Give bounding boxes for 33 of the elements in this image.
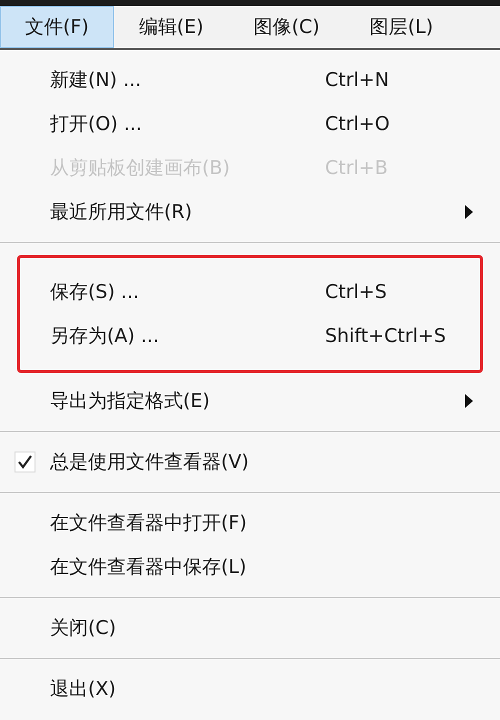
menu-item-label: 最近所用文件(R) <box>50 200 194 225</box>
menu-item[interactable]: 退出(X) <box>0 667 500 711</box>
menu-item[interactable]: 保存(S) ... Ctrl+S <box>20 270 480 314</box>
shortcut-label: Ctrl+N <box>325 68 389 93</box>
menu-item[interactable]: 总是使用文件查看器(V) <box>0 440 500 484</box>
menu-item-label: 新建(N) ... <box>50 68 142 93</box>
shortcut-label: Ctrl+S <box>325 280 387 305</box>
menu-item-label: 打开(O) ... <box>50 112 143 137</box>
menu-item[interactable]: 最近所用文件(R) <box>0 190 500 234</box>
menu-item-label: 导出为指定格式(E) <box>50 388 211 414</box>
menu-item-label: 在文件查看器中保存(L) <box>50 554 248 580</box>
menu-item[interactable]: 打开(O) ... Ctrl+O <box>0 102 500 146</box>
menu-item[interactable]: 新建(N) ... Ctrl+N <box>0 58 500 102</box>
submenu-arrow-icon <box>464 204 474 220</box>
menu-item[interactable]: 另存为(A) ... Shift+Ctrl+S <box>20 314 480 358</box>
menu-bar-item[interactable]: 图像(C) <box>228 6 345 48</box>
menu-bar-item[interactable]: 图层(L) <box>344 6 458 48</box>
menu-item-label: 另存为(A) ... <box>50 324 160 349</box>
shortcut-label: Shift+Ctrl+S <box>325 324 446 349</box>
shortcut-label: Ctrl+O <box>325 112 390 137</box>
menu-item-label: 保存(S) ... <box>50 280 140 305</box>
menu-item[interactable]: 导出为指定格式(E) <box>0 379 500 423</box>
menu-bar-item[interactable]: 文件(F) <box>0 6 114 48</box>
menu-item[interactable]: 在文件查看器中保存(L) <box>0 545 500 589</box>
menu-item-label: 关闭(C) <box>50 616 118 641</box>
menu-item[interactable]: 关闭(C) <box>0 606 500 650</box>
menu-item-label: 在文件查看器中打开(F) <box>50 510 248 536</box>
menu-item-label: 总是使用文件查看器(V) <box>50 450 250 475</box>
menu-item[interactable]: 在文件查看器中打开(F) <box>0 501 500 545</box>
checkmark-icon <box>14 451 36 473</box>
menu-bar-item[interactable]: 编辑(E) <box>114 6 229 48</box>
menu-item-label: 退出(X) <box>50 676 117 702</box>
submenu-arrow-icon <box>464 393 474 409</box>
